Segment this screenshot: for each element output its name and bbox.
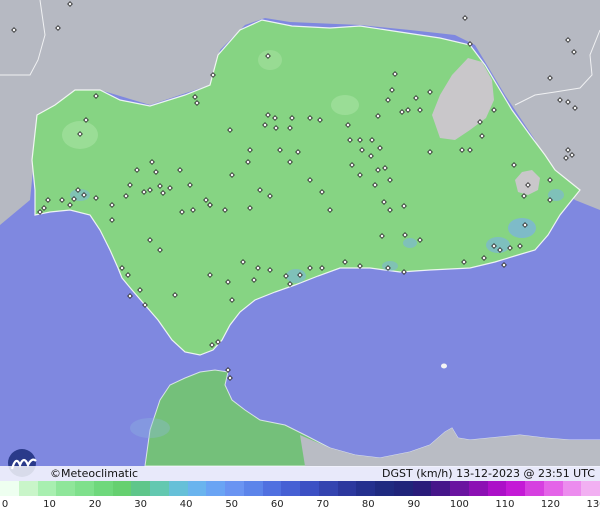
legend-ticks: 0 10 20 30 40 50 60 70 80 90 100 110 120 130 [0,497,600,515]
map-caption: DGST (km/h) 13-12-2023 @ 23:51 UTC [382,467,595,480]
legend-swatch [225,481,244,496]
credit-text: ©Meteoclimatic [50,467,139,480]
legend-swatch [431,481,450,496]
alboran-island [441,363,447,369]
legend-swatch [18,481,38,496]
legend-swatch [281,481,300,496]
legend-tick-label: 20 [88,499,102,510]
legend-swatch [468,481,488,496]
legend-swatch [375,481,394,496]
legend-swatch [187,481,207,496]
legend-swatch [487,481,507,496]
legend-swatch [112,481,132,496]
gust-patch [286,269,306,283]
legend-swatch [525,481,544,496]
legend-tick-label: 80 [361,499,375,510]
legend-tick-label: 30 [134,499,147,510]
color-legend: 0 10 20 30 40 50 60 70 80 90 100 110 120 130 [0,481,600,517]
legend-tick-label: 60 [270,499,284,510]
legend-tick-label: 0 [1,499,9,510]
legend-swatch [543,481,563,496]
gust-patch [403,238,417,248]
legend-swatch [262,481,282,496]
legend-tick-label: 10 [43,499,56,510]
wind-gust-map [0,0,600,517]
legend-swatch [562,481,582,496]
legend-tick-label: 50 [225,499,239,510]
legend-tick-label: 100 [449,499,469,510]
legend-swatch [581,481,600,496]
legend-swatch [243,481,263,496]
legend-tick-label: 90 [407,499,421,510]
gust-patch [130,418,170,438]
legend-swatch [412,481,432,496]
legend-swatch [93,481,113,496]
legend-tick-label: 120 [540,499,560,510]
legend-tick-label: 40 [179,499,193,510]
legend-swatch [318,481,338,496]
legend-swatch [206,481,225,496]
legend-swatch [37,481,57,496]
legend-swatch [56,481,75,496]
legend-tick-label: 130 [586,499,600,510]
gust-patch [258,50,282,70]
gust-patch [508,218,536,238]
legend-swatch [75,481,94,496]
legend-tick-label: 70 [316,499,330,510]
legend-swatch [131,481,150,496]
legend-swatch [150,481,169,496]
legend-swatch [168,481,188,496]
legend-color-bar [0,481,600,496]
legend-swatch [356,481,375,496]
legend-swatch [450,481,469,496]
legend-swatch [0,481,19,496]
legend-swatch [300,481,319,496]
gust-patch [331,95,359,115]
legend-swatch [506,481,525,496]
legend-swatch [337,481,357,496]
gust-patch [382,261,398,271]
map-footer: ©Meteoclimatic DGST (km/h) 13-12-2023 @ … [0,466,600,481]
legend-tick-label: 110 [495,499,515,510]
legend-swatch [393,481,413,496]
